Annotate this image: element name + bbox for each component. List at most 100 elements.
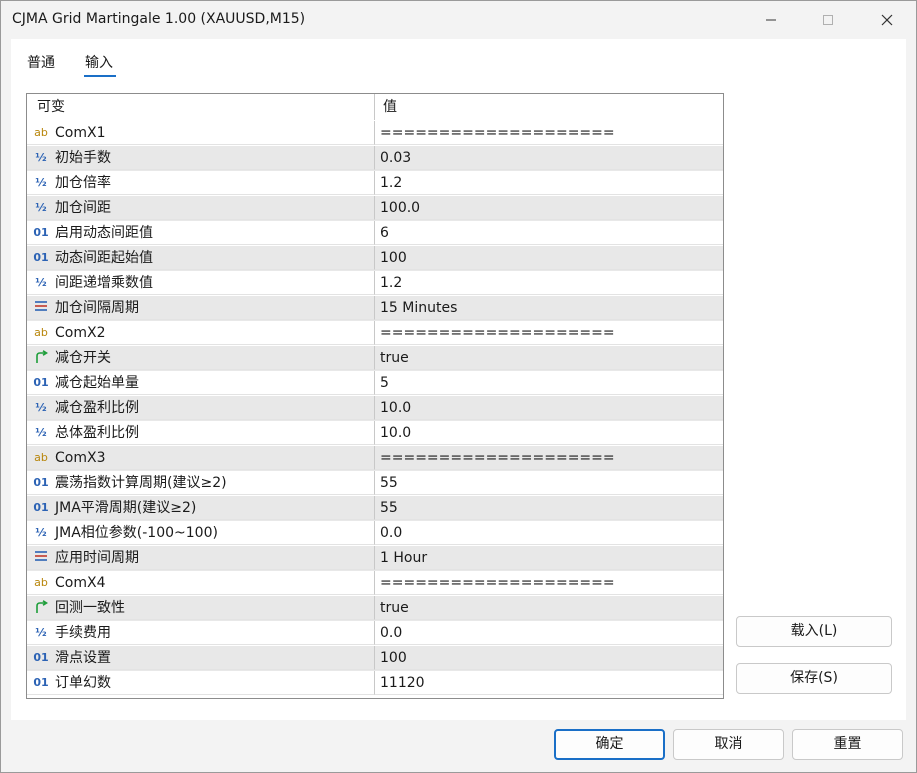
- grid-row[interactable]: 回测一致性 true: [27, 596, 723, 621]
- double-type-icon: ½: [35, 401, 47, 414]
- load-button[interactable]: 载入(L): [736, 616, 892, 647]
- inputs-grid: 可变 值 ab ComX1 ==================== ½ 初始手数 0.0…: [26, 93, 724, 699]
- param-value[interactable]: 10.0: [375, 421, 723, 445]
- param-name-cell: 应用时间周期: [27, 546, 375, 570]
- grid-row[interactable]: 01 JMA平滑周期(建议≥2) 55: [27, 496, 723, 521]
- grid-row[interactable]: ½ 加仓间距 100.0: [27, 196, 723, 221]
- param-value[interactable]: 100: [375, 646, 723, 670]
- double-type-icon: ½: [35, 176, 47, 189]
- minimize-button[interactable]: [742, 1, 800, 39]
- grid-row[interactable]: 减仓开关 true: [27, 346, 723, 371]
- grid-row[interactable]: ab ComX3 ====================: [27, 446, 723, 471]
- param-name-cell: 回测一致性: [27, 596, 375, 620]
- string-type-icon: ab: [34, 126, 48, 139]
- param-value[interactable]: 15 Minutes: [375, 296, 723, 320]
- double-type-icon: ½: [35, 426, 47, 439]
- param-name: 减仓起始单量: [55, 375, 139, 391]
- grid-row[interactable]: ½ 手续费用 0.0: [27, 621, 723, 646]
- tab-inputs[interactable]: 输入: [85, 52, 113, 72]
- param-value[interactable]: ====================: [375, 121, 723, 145]
- param-name: 间距递增乘数值: [55, 275, 153, 291]
- param-value[interactable]: ====================: [375, 321, 723, 345]
- param-name: 应用时间周期: [55, 550, 139, 566]
- param-value[interactable]: true: [375, 596, 723, 620]
- param-value[interactable]: 10.0: [375, 396, 723, 420]
- param-name: ComX1: [55, 125, 106, 141]
- grid-row[interactable]: 01 减仓起始单量 5: [27, 371, 723, 396]
- param-name: 初始手数: [55, 150, 111, 166]
- column-header-name[interactable]: 可变: [27, 94, 375, 120]
- grid-row[interactable]: ½ 间距递增乘数值 1.2: [27, 271, 723, 296]
- param-name-cell: ab ComX2: [27, 321, 375, 345]
- param-name: ComX4: [55, 575, 106, 591]
- param-value[interactable]: 5: [375, 371, 723, 395]
- tab-general[interactable]: 普通: [27, 52, 55, 72]
- param-name: 回测一致性: [55, 600, 125, 616]
- param-value[interactable]: 0.0: [375, 521, 723, 545]
- param-name: 启用动态间距值: [55, 225, 153, 241]
- param-value[interactable]: true: [375, 346, 723, 370]
- reset-button[interactable]: 重置: [792, 729, 903, 760]
- param-value[interactable]: 55: [375, 471, 723, 495]
- double-type-icon: ½: [35, 201, 47, 214]
- dialog-window: CJMA Grid Martingale 1.00 (XAUUSD,M15) 普…: [0, 0, 917, 773]
- grid-row[interactable]: 01 震荡指数计算周期(建议≥2) 55: [27, 471, 723, 496]
- param-name: 加仓倍率: [55, 175, 111, 191]
- enum-type-icon: [32, 550, 50, 566]
- grid-row[interactable]: 01 滑点设置 100: [27, 646, 723, 671]
- param-name-cell: ½ 初始手数: [27, 146, 375, 170]
- param-value[interactable]: 11120: [375, 671, 723, 695]
- grid-row[interactable]: ½ 初始手数 0.03: [27, 146, 723, 171]
- integer-type-icon: 01: [33, 376, 49, 389]
- grid-row[interactable]: ½ 总体盈利比例 10.0: [27, 421, 723, 446]
- param-value[interactable]: ====================: [375, 446, 723, 470]
- param-value[interactable]: 0.0: [375, 621, 723, 645]
- param-name-cell: 01 震荡指数计算周期(建议≥2): [27, 471, 375, 495]
- save-button[interactable]: 保存(S): [736, 663, 892, 694]
- param-value[interactable]: 1.2: [375, 171, 723, 195]
- param-name-cell: 01 动态间距起始值: [27, 246, 375, 270]
- param-value[interactable]: 1.2: [375, 271, 723, 295]
- param-name: ComX2: [55, 325, 106, 341]
- grid-row[interactable]: 01 订单幻数 11120: [27, 671, 723, 696]
- param-value[interactable]: 100: [375, 246, 723, 270]
- title-bar[interactable]: CJMA Grid Martingale 1.00 (XAUUSD,M15): [1, 1, 916, 39]
- param-value[interactable]: ====================: [375, 571, 723, 595]
- cancel-button[interactable]: 取消: [673, 729, 784, 760]
- param-value[interactable]: 55: [375, 496, 723, 520]
- double-type-icon: ½: [35, 276, 47, 289]
- grid-row[interactable]: ½ 减仓盈利比例 10.0: [27, 396, 723, 421]
- integer-type-icon: 01: [33, 651, 49, 664]
- ok-button[interactable]: 确定: [554, 729, 665, 760]
- double-type-icon: ½: [35, 526, 47, 539]
- grid-row[interactable]: ½ JMA相位参数(-100~100) 0.0: [27, 521, 723, 546]
- grid-row[interactable]: 加仓间隔周期 15 Minutes: [27, 296, 723, 321]
- param-name-cell: ½ 减仓盈利比例: [27, 396, 375, 420]
- close-button[interactable]: [858, 1, 916, 39]
- close-icon: [881, 14, 893, 26]
- param-name: 订单幻数: [55, 675, 111, 691]
- grid-row[interactable]: 应用时间周期 1 Hour: [27, 546, 723, 571]
- param-value[interactable]: 6: [375, 221, 723, 245]
- param-name-cell: ½ 间距递增乘数值: [27, 271, 375, 295]
- param-name: 加仓间距: [55, 200, 111, 216]
- param-value[interactable]: 0.03: [375, 146, 723, 170]
- param-name-cell: ½ JMA相位参数(-100~100): [27, 521, 375, 545]
- maximize-button[interactable]: [799, 1, 857, 39]
- grid-row[interactable]: ½ 加仓倍率 1.2: [27, 171, 723, 196]
- grid-row[interactable]: 01 动态间距起始值 100: [27, 246, 723, 271]
- param-name-cell: 减仓开关: [27, 346, 375, 370]
- integer-type-icon: 01: [33, 226, 49, 239]
- param-value[interactable]: 100.0: [375, 196, 723, 220]
- grid-row[interactable]: ab ComX2 ====================: [27, 321, 723, 346]
- column-header-value[interactable]: 值: [375, 94, 723, 120]
- bool-type-icon: [32, 600, 50, 616]
- param-name-cell: ab ComX4: [27, 571, 375, 595]
- enum-type-icon: [32, 300, 50, 316]
- param-name: 减仓开关: [55, 350, 111, 366]
- grid-row[interactable]: ab ComX1 ====================: [27, 121, 723, 146]
- param-value[interactable]: 1 Hour: [375, 546, 723, 570]
- grid-row[interactable]: ab ComX4 ====================: [27, 571, 723, 596]
- grid-row[interactable]: 01 启用动态间距值 6: [27, 221, 723, 246]
- param-name-cell: 01 JMA平滑周期(建议≥2): [27, 496, 375, 520]
